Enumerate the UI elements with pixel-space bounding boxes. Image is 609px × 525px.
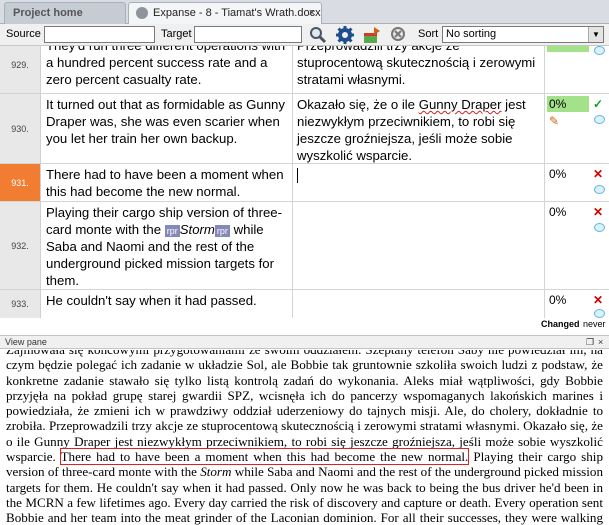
target-cell[interactable] (293, 164, 545, 201)
match-percent: 0% (549, 205, 567, 219)
restore-icon[interactable]: ❐ (586, 337, 594, 348)
spelling-flag: Gunny Draper (418, 97, 502, 112)
unconfirmed-icon[interactable]: ✕ (593, 167, 603, 181)
status-cell: 0% ✕ (546, 290, 609, 318)
confirmed-icon[interactable]: ✓ (593, 97, 603, 111)
segment-number: 931. (0, 164, 41, 201)
status-cell: 0% ✕ (546, 164, 609, 201)
segment-number: 929. (0, 46, 41, 93)
text-caret (297, 168, 298, 184)
status-cell: 0% ✕ (546, 202, 609, 289)
status-cell: ✓ (546, 46, 609, 93)
unconfirmed-icon[interactable]: ✕ (593, 293, 603, 307)
source-cell: They'd run three different operations wi… (42, 46, 293, 93)
tab-label: Expanse - 8 - Tiamat's Wrath.docx (153, 7, 321, 19)
target-filter-input[interactable] (194, 26, 302, 43)
segment-number: 933. (0, 290, 41, 318)
match-percent: 0% (547, 96, 589, 112)
source-cell: There had to have been a moment when thi… (42, 164, 293, 201)
legend-never: never (583, 319, 606, 329)
target-cell[interactable]: Przeprowadzili trzy akcje ze stuprocento… (293, 46, 545, 93)
segment-number: 932. (0, 202, 41, 289)
source-filter-label: Source (6, 28, 41, 40)
comment-icon[interactable] (594, 309, 605, 318)
gear-icon[interactable] (335, 25, 355, 45)
source-cell: He couldn't say when it had passed. (42, 290, 293, 318)
tab-label: Project home (13, 7, 83, 19)
source-cell: Playing their cargo ship version of thre… (42, 202, 293, 289)
filter-toolbar: Source Target Sort No sorting ▼ (0, 24, 609, 46)
current-segment-highlight[interactable]: There had to have been a moment when thi… (59, 448, 470, 466)
target-cell[interactable]: Okazało się, że o ile Gunny Draper jest … (293, 94, 545, 163)
comment-icon[interactable] (594, 46, 605, 55)
view-pane-title: View pane (5, 337, 47, 347)
match-percent: 0% (549, 293, 567, 307)
table-row[interactable]: 929. They'd run three different operatio… (0, 46, 609, 94)
document-icon (136, 7, 148, 19)
target-cell[interactable] (293, 202, 545, 289)
unconfirmed-icon[interactable]: ✕ (593, 205, 603, 219)
source-text: Storm (179, 222, 215, 237)
chevron-down-icon[interactable]: ▼ (588, 27, 603, 42)
formatting-tag[interactable]: rpr (214, 224, 230, 237)
clear-icon[interactable] (389, 25, 409, 45)
edit-pen-icon[interactable]: ✎ (549, 114, 559, 128)
table-row[interactable]: 933. He couldn't say when it had passed.… (0, 290, 609, 319)
comment-icon[interactable] (594, 223, 605, 232)
sort-label: Sort (418, 28, 439, 40)
tab-document[interactable]: Expanse - 8 - Tiamat's Wrath.docx × (128, 2, 322, 24)
table-row[interactable]: 932. Playing their cargo ship version of… (0, 202, 609, 290)
target-text: Okazało się, że o ile (297, 97, 419, 112)
formatting-tag[interactable]: rpr (164, 224, 180, 237)
close-pane-icon[interactable]: × (598, 337, 603, 347)
comment-icon[interactable] (594, 185, 605, 194)
tab-project-home[interactable]: Project home (4, 2, 126, 24)
segment-grid: 929. They'd run three different operatio… (0, 46, 609, 332)
view-pane-body: Zajmowała się końcowymi przygotowaniami … (0, 350, 609, 525)
source-cell: It turned out that as formidable as Gunn… (42, 94, 293, 163)
view-pane-header: View pane ❐ × (0, 335, 609, 349)
status-cell: 0% ✓ ✎ (546, 94, 609, 163)
tab-bar: Project home Expanse - 8 - Tiamat's Wrat… (0, 0, 609, 24)
preview-text: Storm (200, 464, 232, 480)
search-icon[interactable] (308, 25, 328, 45)
sort-value: No sorting (446, 28, 497, 40)
source-filter-input[interactable] (44, 26, 155, 43)
comment-icon[interactable] (594, 115, 605, 124)
target-filter-label: Target (161, 28, 192, 40)
legend-changed: Changed (541, 319, 580, 329)
import-icon[interactable] (362, 25, 382, 45)
table-row[interactable]: 930. It turned out that as formidable as… (0, 94, 609, 164)
target-cell[interactable] (293, 290, 545, 318)
segment-number: 930. (0, 94, 41, 163)
match-percent (547, 46, 589, 52)
close-tab-icon[interactable]: × (309, 3, 315, 23)
match-percent: 0% (549, 167, 567, 181)
preview-text: Zajmowała się końcowymi przygotowaniami … (6, 350, 603, 465)
status-legend: Changed never (0, 318, 609, 332)
table-row[interactable]: 931. There had to have been a moment whe… (0, 164, 609, 202)
sort-select[interactable]: No sorting ▼ (442, 26, 604, 43)
preview-paragraph: Zajmowała się końcowymi przygotowaniami … (6, 350, 603, 525)
